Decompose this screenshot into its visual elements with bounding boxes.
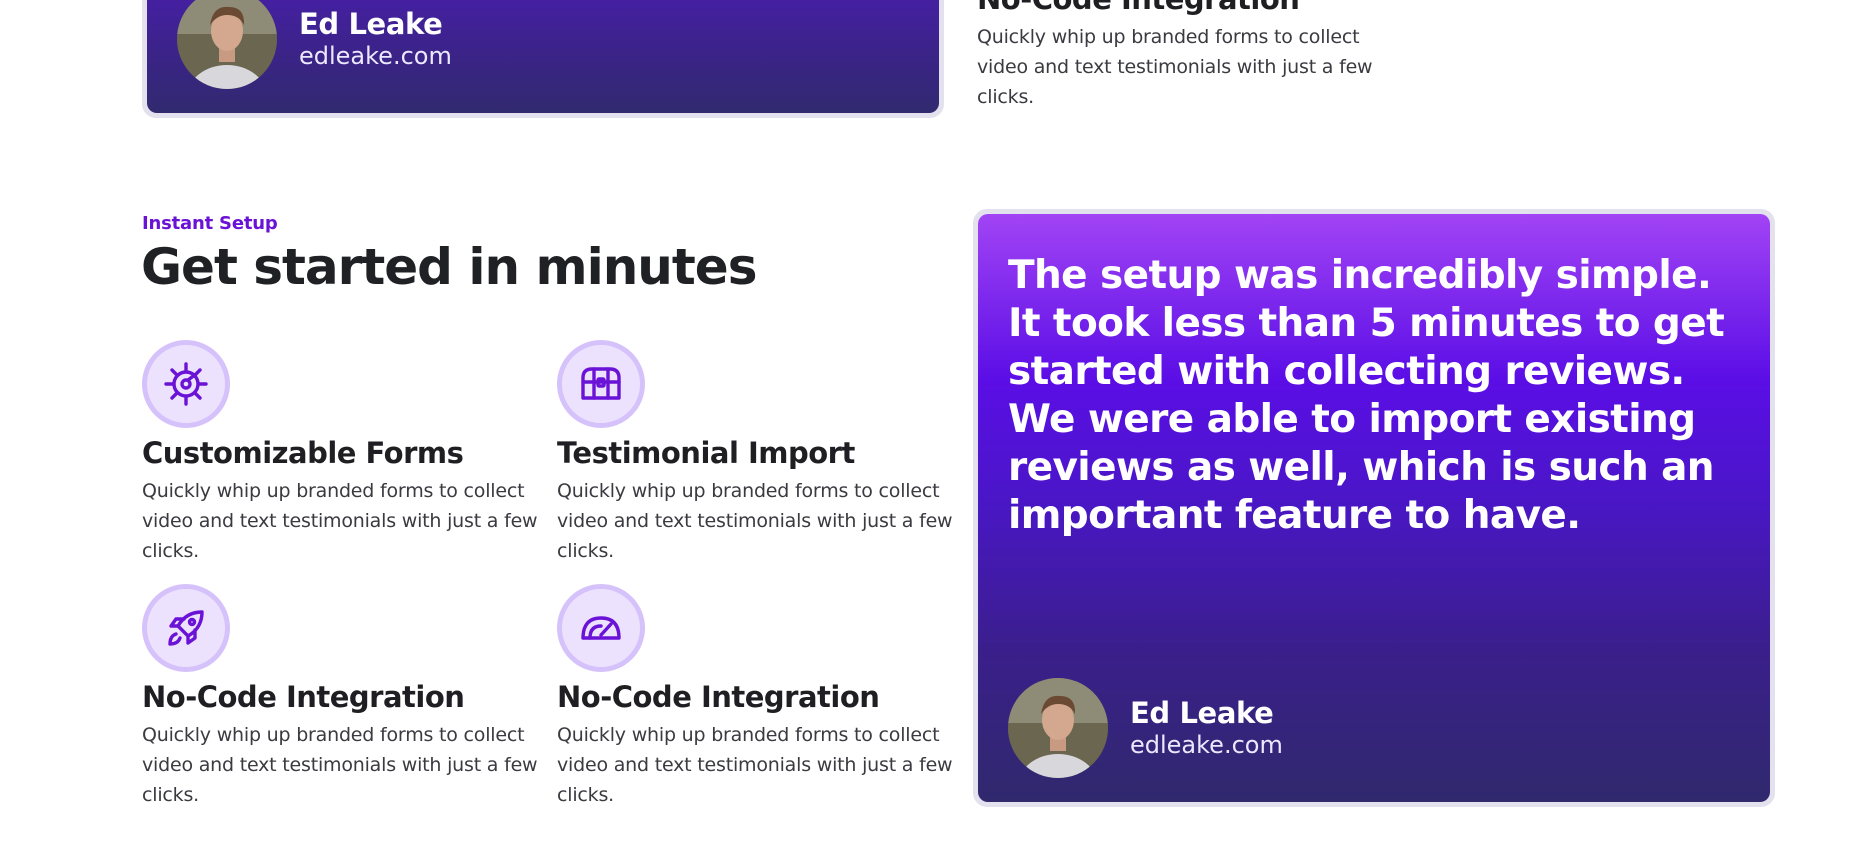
feature-no-code-integration: No-Code Integration Quickly whip up bran… xyxy=(142,584,542,810)
author-name: Ed Leake xyxy=(1130,696,1274,730)
page: Ed Leake edleake.com No-Code Integration… xyxy=(0,0,1866,856)
section-heading: Get started in minutes xyxy=(141,238,757,296)
rocket-icon xyxy=(142,584,230,672)
feature-title: No-Code Integration xyxy=(142,680,465,714)
feature-no-code-integration-2: No-Code Integration Quickly whip up bran… xyxy=(557,584,957,810)
feature-description: Quickly whip up branded forms to collect… xyxy=(142,480,538,562)
top-feature: No-Code Integration Quickly whip up bran… xyxy=(977,0,1397,112)
author-text: Ed Leake edleake.com xyxy=(1130,696,1283,760)
testimonial-quote: The setup was incredibly simple. It took… xyxy=(1008,253,1725,538)
section-eyebrow: Instant Setup xyxy=(142,213,278,234)
feature-title: Testimonial Import xyxy=(557,436,855,470)
feature-description: Quickly whip up branded forms to collect… xyxy=(977,26,1373,108)
avatar xyxy=(177,0,277,89)
feature-customizable-forms: Customizable Forms Quickly whip up brand… xyxy=(142,340,542,566)
top-testimonial-card-body: Ed Leake edleake.com xyxy=(147,0,939,113)
avatar xyxy=(1008,678,1108,778)
author-text: Ed Leake edleake.com xyxy=(299,7,452,71)
feature-description: Quickly whip up branded forms to collect… xyxy=(557,724,953,806)
testimonial-card-body: The setup was incredibly simple. It took… xyxy=(978,214,1770,802)
gear-icon xyxy=(142,340,230,428)
top-testimonial-card: Ed Leake edleake.com xyxy=(142,0,944,118)
author-website: edleake.com xyxy=(1130,731,1283,759)
feature-title: Customizable Forms xyxy=(142,436,464,470)
feature-title: No-Code Integration xyxy=(977,0,1397,16)
author-website: edleake.com xyxy=(299,42,452,70)
treasure-chest-icon xyxy=(557,340,645,428)
feature-description: Quickly whip up branded forms to collect… xyxy=(142,724,538,806)
testimonial-card: The setup was incredibly simple. It took… xyxy=(973,209,1775,807)
speedometer-icon xyxy=(557,584,645,672)
feature-description: Quickly whip up branded forms to collect… xyxy=(557,480,953,562)
testimonial-author: Ed Leake edleake.com xyxy=(1008,678,1283,778)
author-name: Ed Leake xyxy=(299,7,443,41)
feature-title: No-Code Integration xyxy=(557,680,880,714)
feature-testimonial-import: Testimonial Import Quickly whip up brand… xyxy=(557,340,957,566)
top-testimonial-author: Ed Leake edleake.com xyxy=(177,0,452,89)
